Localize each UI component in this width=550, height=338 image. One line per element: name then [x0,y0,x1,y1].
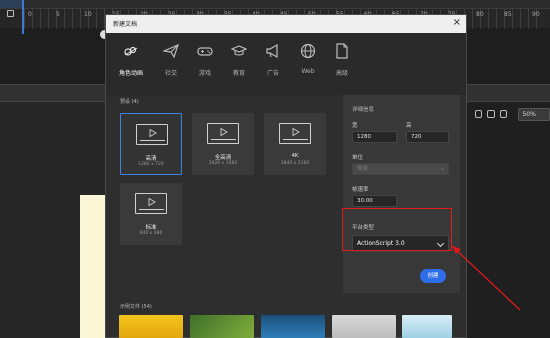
annotation-arrow [451,245,521,311]
